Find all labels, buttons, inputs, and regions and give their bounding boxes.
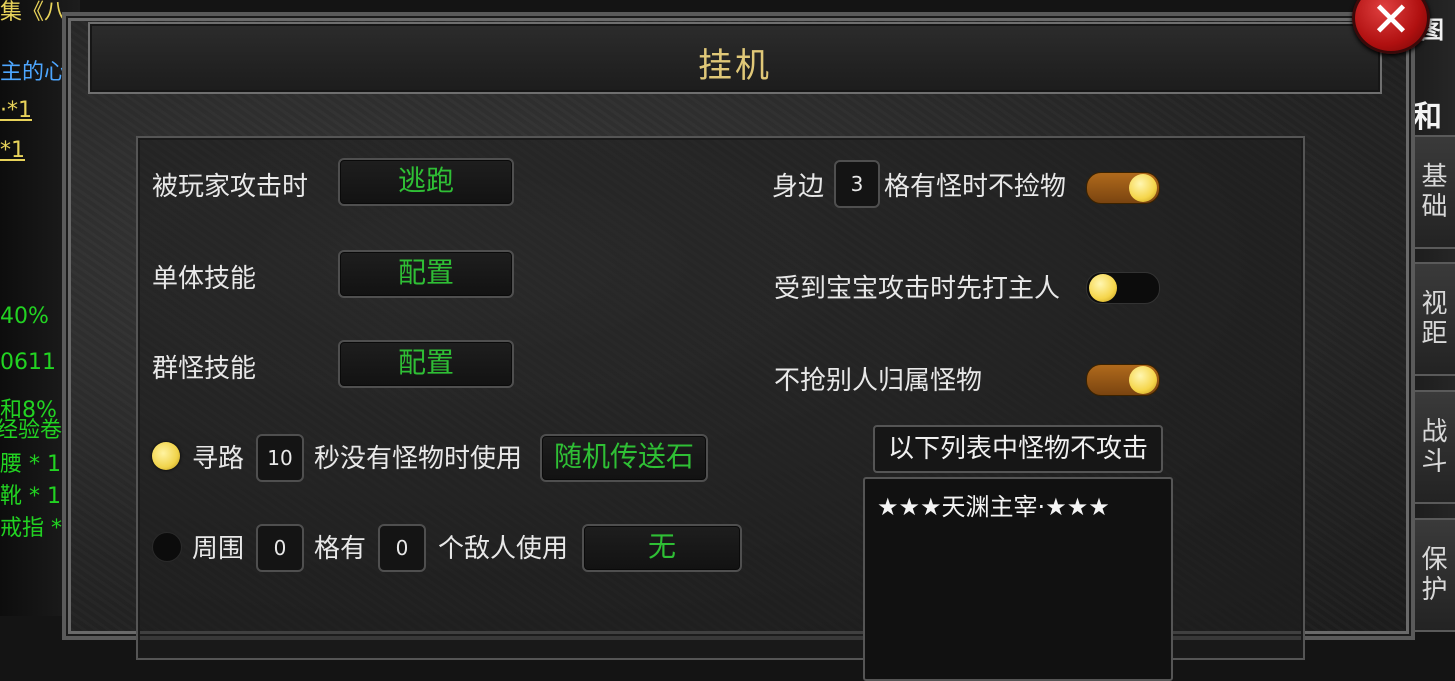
hud-line: 腰 * 1	[0, 452, 61, 477]
no-steal-label: 不抢别人归属怪物	[774, 366, 983, 396]
toggle-knob	[1129, 366, 1157, 394]
attacked-by-player-label: 被玩家攻击时	[152, 172, 309, 202]
toggle-knob	[1089, 274, 1117, 302]
surround-radio[interactable]	[152, 532, 182, 562]
group-skill-label: 群怪技能	[152, 354, 257, 384]
pathfind-suffix-label: 秒没有怪物时使用	[314, 444, 523, 474]
hud-line: *1	[0, 138, 25, 163]
toggle-knob	[1129, 174, 1157, 202]
ignore-list-header: 以下列表中怪物不攻击	[873, 425, 1163, 473]
attacked-by-player-button[interactable]: 逃跑	[338, 158, 514, 206]
ignore-monster-list[interactable]: ★★★天渊主宰·★★★	[863, 477, 1173, 681]
close-icon: ✕	[1370, 0, 1412, 48]
single-skill-label: 单体技能	[152, 264, 257, 294]
pet-attack-toggle[interactable]	[1086, 272, 1160, 304]
surround-mid-label: 格有	[314, 534, 367, 564]
pathfind-label: 寻路	[192, 444, 245, 474]
nopick-label-post: 格有怪时不捡物	[884, 172, 1067, 202]
group-skill-config-button[interactable]: 配置	[338, 340, 514, 388]
hud-line: 主的心	[0, 60, 67, 85]
no-steal-toggle[interactable]	[1086, 364, 1160, 396]
list-item[interactable]: ★★★天渊主宰·★★★	[865, 479, 1171, 530]
pathfind-item-button[interactable]: 随机传送石	[540, 434, 708, 482]
pathfind-radio[interactable]	[152, 442, 180, 470]
auto-battle-dialog: 挂机 被玩家攻击时 逃跑 单体技能 配置 群怪技能 配置 寻路 10 秒没有怪物…	[62, 12, 1415, 681]
surround-item-button[interactable]: 无	[582, 524, 742, 572]
pathfind-seconds-input[interactable]: 10	[256, 434, 304, 482]
hud-line: 40%	[0, 304, 49, 329]
surround-cells-input[interactable]: 0	[256, 524, 304, 572]
title-bar: 挂机	[88, 22, 1382, 94]
hud-line: 靴 * 1	[0, 484, 61, 509]
surround-suffix-label: 个敌人使用	[438, 534, 569, 564]
surround-count-input[interactable]: 0	[378, 524, 426, 572]
hud-line: 集《八	[0, 0, 67, 25]
hud-line: ·*1	[0, 98, 32, 123]
nopick-toggle[interactable]	[1086, 172, 1160, 204]
single-skill-config-button[interactable]: 配置	[338, 250, 514, 298]
side-current-label: 和	[1412, 100, 1442, 135]
surround-label: 周围	[192, 534, 245, 564]
nopick-label-pre: 身边	[772, 172, 825, 202]
nopick-cells-input[interactable]: 3	[834, 160, 880, 208]
pet-attack-label: 受到宝宝攻击时先打主人	[774, 274, 1061, 304]
hud-line: 0611	[0, 350, 56, 375]
dialog-title: 挂机	[698, 46, 772, 86]
